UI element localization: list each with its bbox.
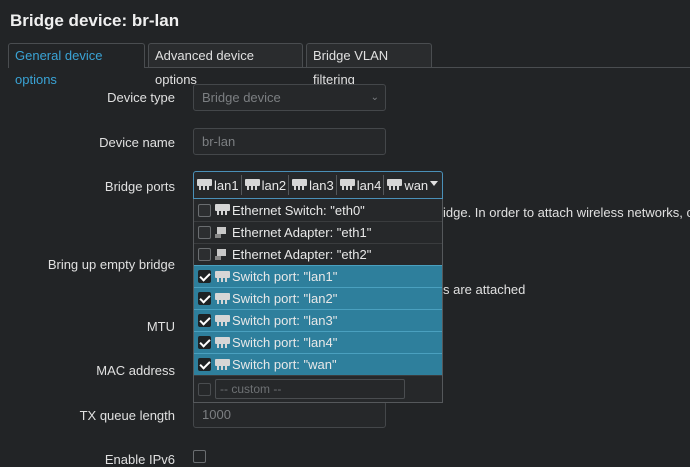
- custom-port-input[interactable]: -- custom --: [215, 379, 405, 399]
- checkbox[interactable]: [198, 382, 211, 396]
- port-chip-lan1: lan1: [196, 175, 242, 195]
- option-eth0[interactable]: Ethernet Switch: "eth0": [194, 199, 442, 221]
- option-label: Switch port: "lan1": [232, 269, 338, 284]
- port-chip-lan4: lan4: [339, 175, 385, 195]
- tab-general[interactable]: General device options: [8, 43, 145, 87]
- option-label: Switch port: "lan3": [232, 313, 338, 328]
- device-name-value: br-lan: [202, 134, 236, 149]
- switch-port-icon: [215, 314, 230, 327]
- bring-up-label: Bring up empty bridge: [47, 257, 175, 272]
- option-label: Switch port: "wan": [232, 357, 337, 372]
- device-name-field[interactable]: br-lan: [193, 128, 386, 155]
- switch-port-icon: [292, 179, 308, 191]
- checkbox[interactable]: [198, 248, 211, 261]
- checkbox[interactable]: [198, 203, 211, 217]
- switch-port-icon: [215, 292, 230, 305]
- option-label: Ethernet Adapter: "eth1": [232, 225, 372, 240]
- device-type-select[interactable]: Bridge device ⌄: [193, 84, 386, 111]
- bridge-ports-multiselect[interactable]: lan1 lan2 lan3 lan4 wan: [193, 171, 443, 199]
- bring-up-help: s are attached: [443, 282, 526, 297]
- checkbox-checked[interactable]: [198, 314, 211, 327]
- checkbox-checked[interactable]: [198, 292, 211, 305]
- chevron-down-icon: ⌄: [370, 92, 379, 103]
- custom-option-row: -- custom --: [194, 375, 442, 402]
- switch-port-icon: [339, 179, 355, 191]
- port-chip-lan2: lan2: [244, 175, 290, 195]
- chip-label: lan1: [214, 177, 239, 193]
- option-wan[interactable]: Switch port: "wan": [194, 353, 442, 375]
- ipv6-label: Enable IPv6: [104, 452, 175, 467]
- checkbox[interactable]: [198, 226, 211, 239]
- option-label: Switch port: "lan2": [232, 291, 338, 306]
- dropdown-caret-icon[interactable]: [430, 181, 438, 186]
- switch-port-icon: [197, 179, 212, 191]
- device-name-label: Device name: [99, 135, 175, 150]
- chip-label: lan4: [356, 177, 382, 193]
- option-label: Switch port: "lan4": [232, 335, 338, 350]
- option-lan1[interactable]: Switch port: "lan1": [194, 265, 442, 287]
- bridge-ports-label: Bridge ports: [104, 179, 175, 194]
- mac-label: MAC address: [96, 363, 175, 378]
- switch-port-icon: [387, 179, 403, 191]
- checkbox-checked[interactable]: [198, 358, 211, 371]
- chip-label: wan: [404, 177, 429, 193]
- option-eth2[interactable]: Ethernet Adapter: "eth2": [194, 243, 442, 265]
- switch-port-icon: [244, 179, 260, 191]
- txqueue-label: TX queue length: [79, 408, 175, 423]
- switch-port-icon: [215, 358, 230, 371]
- page-title: Bridge device: br-lan: [10, 11, 180, 30]
- chip-label: lan2: [261, 177, 287, 193]
- bridge-ports-dropdown: Ethernet Switch: "eth0" Ethernet Adapter…: [193, 199, 443, 403]
- switch-port-icon: [215, 336, 230, 349]
- switch-port-icon: [215, 204, 230, 216]
- option-label: Ethernet Adapter: "eth2": [232, 247, 372, 262]
- port-chip-wan: wan: [386, 175, 430, 195]
- option-eth1[interactable]: Ethernet Adapter: "eth1": [194, 221, 442, 243]
- tab-vlan[interactable]: Bridge VLAN filtering: [306, 43, 432, 87]
- txqueue-placeholder: 1000: [202, 407, 231, 422]
- option-lan3[interactable]: Switch port: "lan3": [194, 309, 442, 331]
- mtu-label: MTU: [146, 319, 175, 334]
- port-chip-lan3: lan3: [291, 175, 337, 195]
- bridge-ports-help: idge. In order to attach wireless networ…: [443, 205, 690, 220]
- checkbox-checked[interactable]: [198, 270, 211, 283]
- option-lan2[interactable]: Switch port: "lan2": [194, 287, 442, 309]
- switch-port-icon: [215, 270, 230, 283]
- txqueue-field[interactable]: 1000: [193, 401, 386, 428]
- device-type-value: Bridge device: [202, 90, 281, 105]
- tab-advanced[interactable]: Advanced device options: [148, 43, 303, 87]
- device-type-label: Device type: [107, 90, 175, 105]
- checkbox-checked[interactable]: [198, 336, 211, 349]
- ethernet-adapter-icon: [215, 248, 228, 261]
- option-label: Ethernet Switch: "eth0": [232, 202, 365, 218]
- ethernet-adapter-icon: [215, 226, 228, 239]
- option-lan4[interactable]: Switch port: "lan4": [194, 331, 442, 353]
- chip-label: lan3: [309, 177, 334, 193]
- tab-bar: General device options Advanced device o…: [8, 43, 690, 87]
